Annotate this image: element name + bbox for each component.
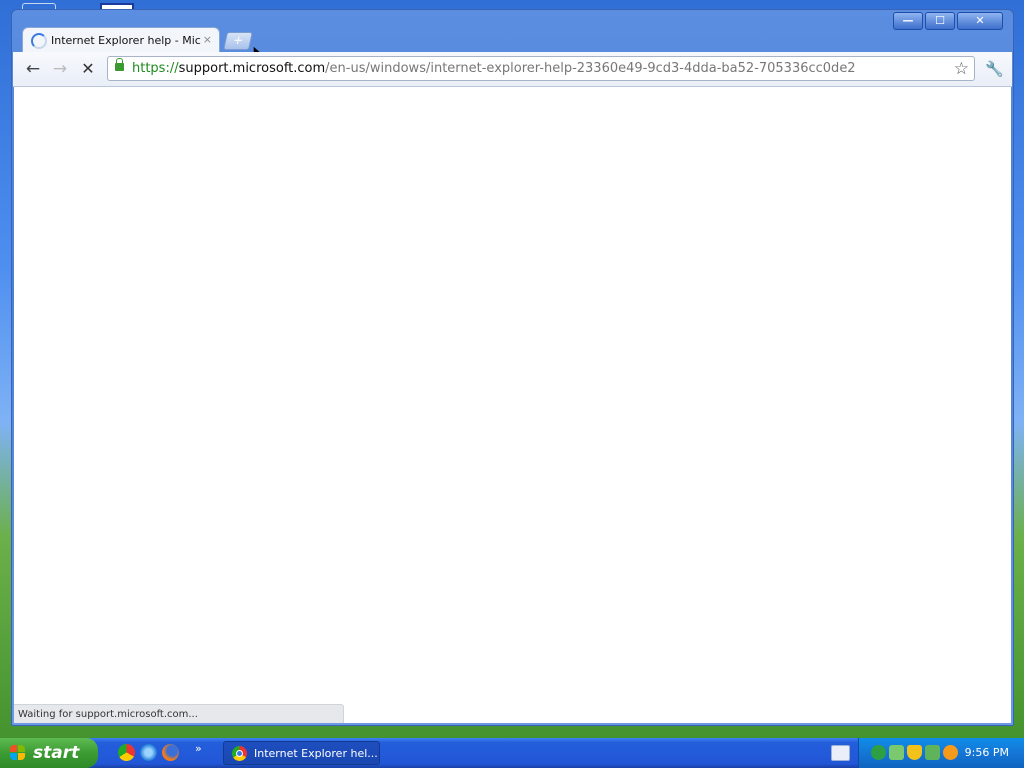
- forward-button[interactable]: →: [51, 60, 69, 78]
- internet-explorer-icon[interactable]: [140, 744, 157, 761]
- browser-window: — ☐ ✕ Internet Explorer help - Micros × …: [11, 9, 1014, 726]
- update-icon[interactable]: [925, 745, 940, 760]
- tab-close-icon[interactable]: ×: [203, 33, 212, 46]
- quick-launch: [118, 744, 179, 761]
- taskbar: start » Internet Explorer hel... 9:56 PM: [0, 738, 1024, 768]
- bookmark-star-icon[interactable]: ☆: [954, 59, 969, 79]
- chrome-icon: [232, 746, 247, 761]
- url-scheme: https://: [132, 61, 179, 76]
- utorrent-icon[interactable]: [871, 745, 886, 760]
- minimize-button[interactable]: —: [893, 12, 923, 30]
- url-path: /en-us/windows/internet-explorer-help-23…: [325, 61, 856, 76]
- start-label: start: [33, 743, 80, 763]
- taskbar-window-label: Internet Explorer hel...: [254, 747, 378, 760]
- browser-toolbar: ← → ✕ https://support.microsoft.com/en-u…: [13, 52, 1012, 87]
- tab-title: Internet Explorer help - Micros: [51, 34, 201, 47]
- clock: 9:56 PM: [964, 746, 1009, 759]
- url-host: support.microsoft.com: [178, 61, 326, 76]
- browser-tab[interactable]: Internet Explorer help - Micros ×: [22, 27, 220, 53]
- page-content: Waiting for support.microsoft.com...: [14, 87, 1011, 723]
- security-shield-icon[interactable]: [907, 745, 922, 760]
- close-window-button[interactable]: ✕: [957, 12, 1003, 30]
- tray-icons: [871, 745, 958, 760]
- quick-launch-more-icon[interactable]: »: [195, 742, 202, 755]
- network-icon[interactable]: [889, 745, 904, 760]
- status-bubble: Waiting for support.microsoft.com...: [14, 704, 344, 723]
- back-button[interactable]: ←: [24, 60, 42, 78]
- wrench-menu-icon[interactable]: 🔧: [985, 60, 1004, 78]
- secure-lock-icon: [115, 58, 124, 71]
- start-button[interactable]: start: [0, 738, 98, 768]
- system-tray: 9:56 PM: [858, 738, 1024, 768]
- url-text[interactable]: https://support.microsoft.com/en-us/wind…: [132, 61, 856, 76]
- windows-flag-icon: [10, 745, 26, 761]
- loading-spinner-icon: [31, 33, 47, 49]
- firefox-icon[interactable]: [162, 744, 179, 761]
- taskbar-window-button[interactable]: Internet Explorer hel...: [223, 741, 380, 765]
- search-icon[interactable]: [943, 745, 958, 760]
- stop-loading-button[interactable]: ✕: [79, 60, 97, 78]
- new-tab-button[interactable]: +: [223, 32, 253, 50]
- maximize-button[interactable]: ☐: [925, 12, 955, 30]
- chrome-icon[interactable]: [118, 744, 135, 761]
- window-controls: — ☐ ✕: [893, 12, 1003, 30]
- keyboard-language-icon[interactable]: [831, 745, 850, 761]
- address-bar[interactable]: https://support.microsoft.com/en-us/wind…: [107, 56, 975, 81]
